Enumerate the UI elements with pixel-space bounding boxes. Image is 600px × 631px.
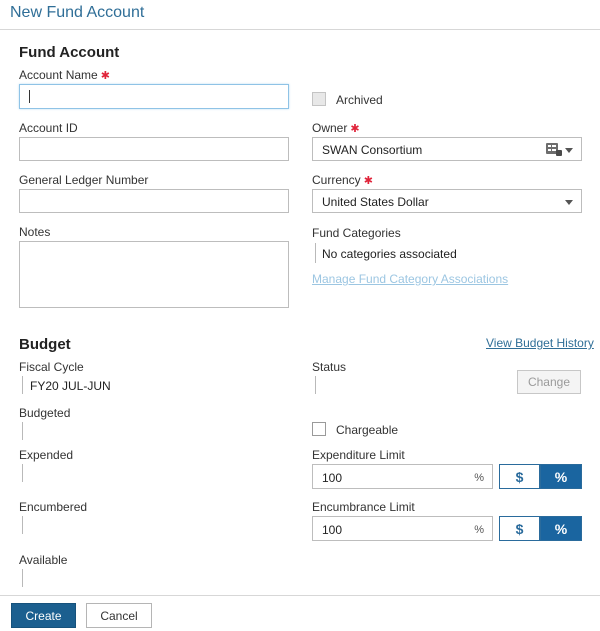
encumbered-label: Encumbered bbox=[19, 500, 88, 514]
encumbrance-limit-input[interactable]: 100 % bbox=[312, 516, 493, 541]
encumbrance-limit-unit: % bbox=[474, 524, 484, 536]
expenditure-limit-unit: % bbox=[474, 472, 484, 484]
footer-divider bbox=[0, 595, 600, 596]
chargeable-label: Chargeable bbox=[336, 423, 399, 437]
expenditure-limit-input[interactable]: 100 % bbox=[312, 464, 493, 489]
expended-label: Expended bbox=[19, 448, 74, 462]
status-bar bbox=[315, 376, 316, 394]
expenditure-limit-label: Expenditure Limit bbox=[312, 448, 405, 462]
fiscal-cycle-bar bbox=[22, 376, 23, 394]
fiscal-cycle-value: FY20 JUL-JUN bbox=[30, 379, 111, 393]
encumbrance-limit-label: Encumbrance Limit bbox=[312, 500, 415, 514]
account-name-input[interactable] bbox=[19, 84, 289, 109]
asterisk-icon: ✱ bbox=[363, 175, 373, 187]
asterisk-icon: ✱ bbox=[100, 70, 110, 82]
general-ledger-input[interactable] bbox=[19, 189, 289, 213]
budgeted-label: Budgeted bbox=[19, 406, 71, 420]
archived-checkbox[interactable] bbox=[312, 92, 326, 106]
expenditure-percent-toggle[interactable]: % bbox=[540, 464, 582, 489]
general-ledger-label: General Ledger Number bbox=[19, 173, 149, 187]
account-id-input[interactable] bbox=[19, 137, 289, 161]
owner-label-text: Owner bbox=[312, 121, 348, 135]
expenditure-dollar-toggle[interactable]: $ bbox=[499, 464, 540, 489]
chevron-down-icon[interactable] bbox=[565, 200, 573, 205]
owner-value: SWAN Consortium bbox=[322, 143, 423, 157]
archived-label: Archived bbox=[336, 93, 383, 107]
fiscal-cycle-label: Fiscal Cycle bbox=[19, 360, 84, 374]
account-name-label: Account Name ✱ bbox=[19, 68, 110, 83]
owner-label: Owner ✱ bbox=[312, 121, 360, 136]
encumbrance-percent-toggle[interactable]: % bbox=[540, 516, 582, 541]
account-name-label-text: Account Name bbox=[19, 68, 98, 82]
available-bar bbox=[22, 569, 23, 587]
chargeable-checkbox[interactable] bbox=[312, 422, 326, 436]
owner-select[interactable]: SWAN Consortium bbox=[312, 137, 582, 161]
notes-label: Notes bbox=[19, 225, 51, 239]
org-list-icon[interactable] bbox=[546, 143, 562, 159]
status-label: Status bbox=[312, 360, 347, 374]
encumbrance-dollar-toggle[interactable]: $ bbox=[499, 516, 540, 541]
budget-section-title: Budget bbox=[19, 336, 71, 353]
change-button[interactable]: Change bbox=[517, 370, 581, 394]
budgeted-bar bbox=[22, 422, 23, 440]
expended-bar bbox=[22, 464, 23, 482]
encumbrance-limit-value: 100 bbox=[322, 523, 343, 537]
fund-categories-label: Fund Categories bbox=[312, 226, 401, 240]
chevron-down-icon[interactable] bbox=[565, 148, 573, 153]
currency-label-text: Currency bbox=[312, 173, 361, 187]
manage-fund-category-link[interactable]: Manage Fund Category Associations bbox=[312, 272, 508, 286]
encumbered-bar bbox=[22, 516, 23, 534]
notes-textarea[interactable] bbox=[19, 241, 289, 308]
page-title: New Fund Account bbox=[10, 4, 145, 21]
currency-value: United States Dollar bbox=[322, 195, 429, 209]
cancel-button[interactable]: Cancel bbox=[86, 603, 152, 628]
available-label: Available bbox=[19, 553, 68, 567]
fund-categories-value: No categories associated bbox=[322, 247, 457, 261]
header-divider bbox=[0, 29, 600, 30]
text-caret bbox=[29, 90, 30, 103]
currency-label: Currency ✱ bbox=[312, 173, 373, 188]
account-id-label: Account ID bbox=[19, 121, 78, 135]
expenditure-limit-value: 100 bbox=[322, 471, 343, 485]
create-button[interactable]: Create bbox=[11, 603, 76, 628]
fund-categories-bar bbox=[315, 243, 316, 263]
fund-account-section-title: Fund Account bbox=[19, 44, 120, 61]
currency-select[interactable]: United States Dollar bbox=[312, 189, 582, 213]
asterisk-icon: ✱ bbox=[350, 123, 360, 135]
view-budget-history-link[interactable]: View Budget History bbox=[486, 336, 594, 350]
